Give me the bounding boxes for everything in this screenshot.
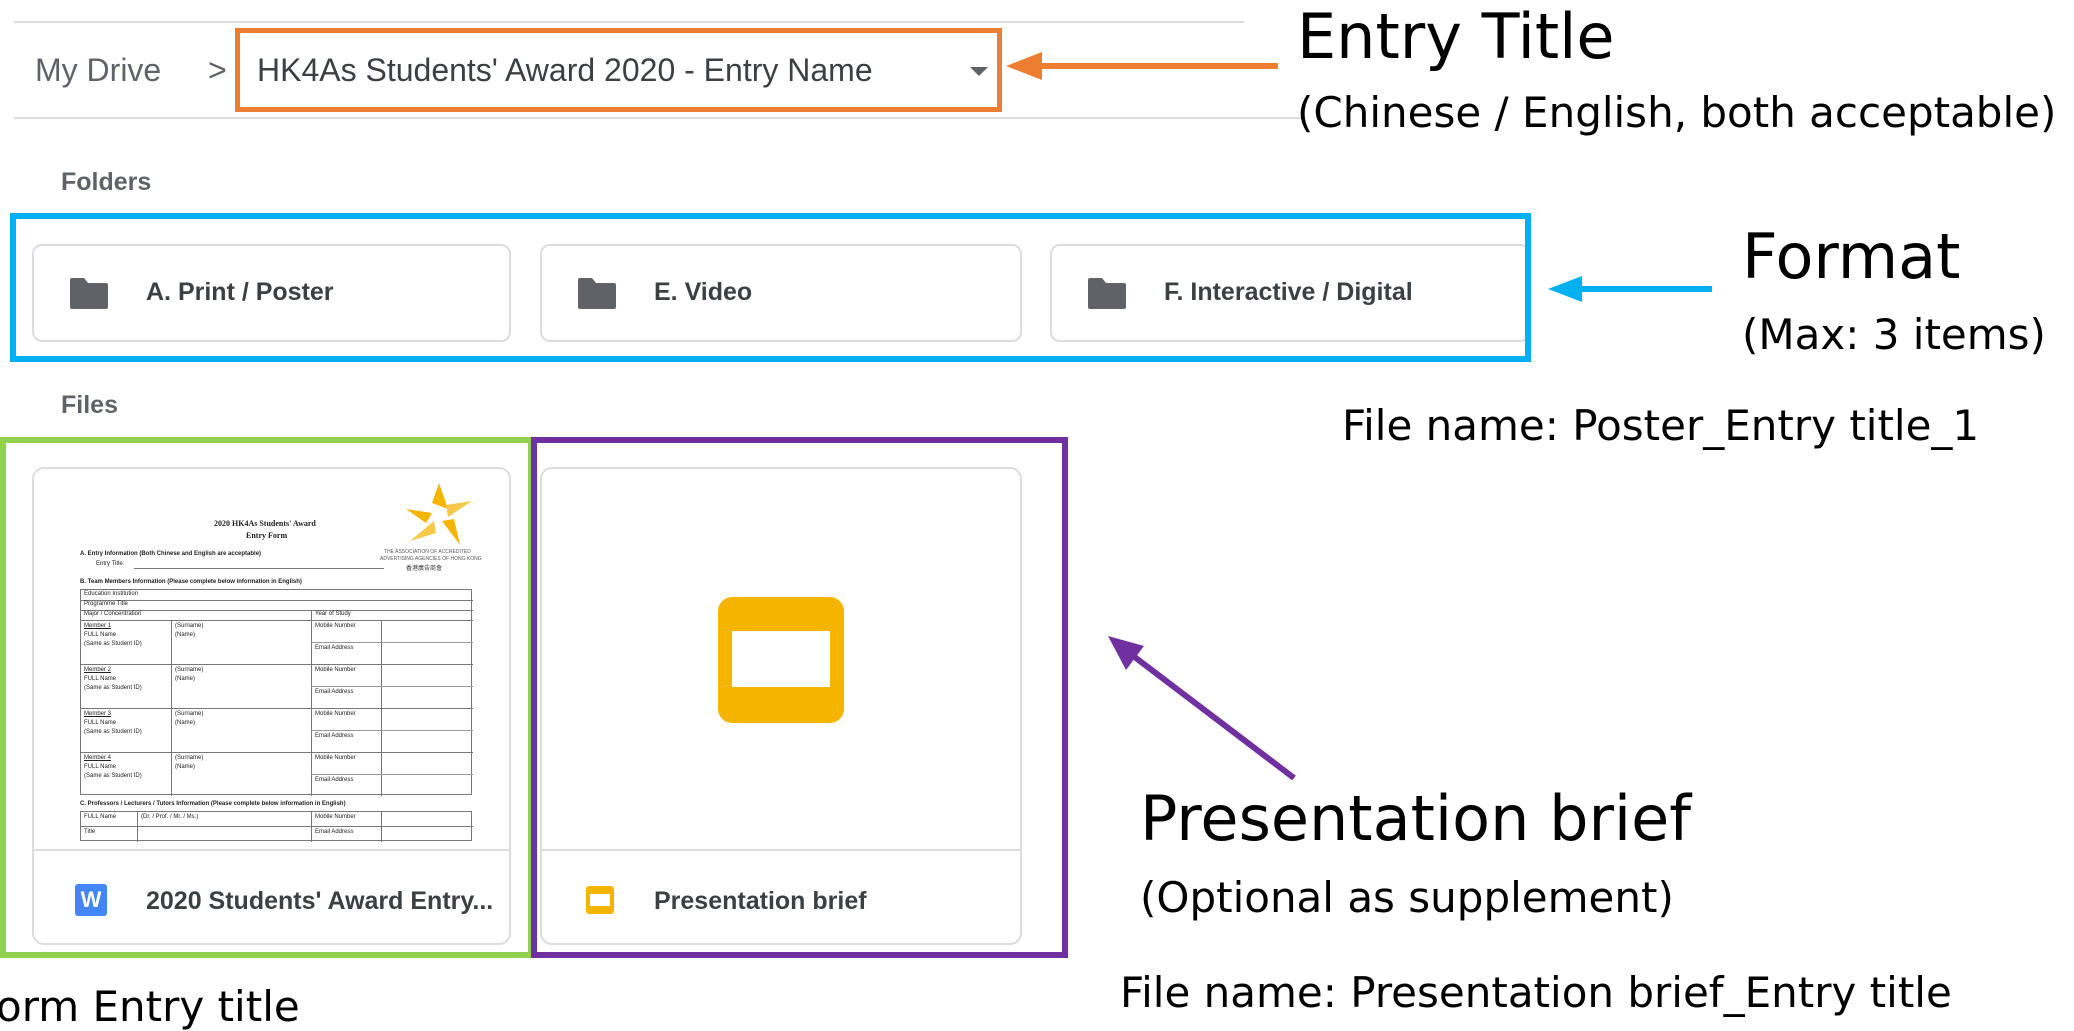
poster-filename-annotation: File name: Poster_Entry title_1 [1342,401,1980,450]
format-note: (Max: 3 items) [1742,310,2046,359]
presentation-note: (Optional as supplement) [1140,873,1674,922]
entry-title-highlight [235,28,1002,112]
format-annotation: Format [1742,220,1961,293]
entry-form-highlight [0,437,534,958]
format-highlight [10,213,1531,362]
presentation-annotation: Presentation brief [1140,782,1692,855]
form-filename-annotation: orm Entry title [0,982,300,1031]
orange-arrow [1006,52,1278,80]
entry-title-note: (Chinese / English, both acceptable) [1297,88,2057,137]
breadcrumb-separator: > [208,52,227,88]
top-divider [14,21,1244,23]
breadcrumb-root[interactable]: My Drive [35,52,161,89]
header-divider [14,117,1304,119]
entry-title-annotation: Entry Title [1297,0,1615,73]
folders-section-label: Folders [61,168,152,196]
files-section-label: Files [61,391,118,419]
presentation-filename-annotation: File name: Presentation brief_Entry titl… [1120,968,1952,1017]
purple-arrow [1108,636,1296,781]
blue-arrow [1548,276,1712,302]
presentation-highlight [531,437,1068,958]
